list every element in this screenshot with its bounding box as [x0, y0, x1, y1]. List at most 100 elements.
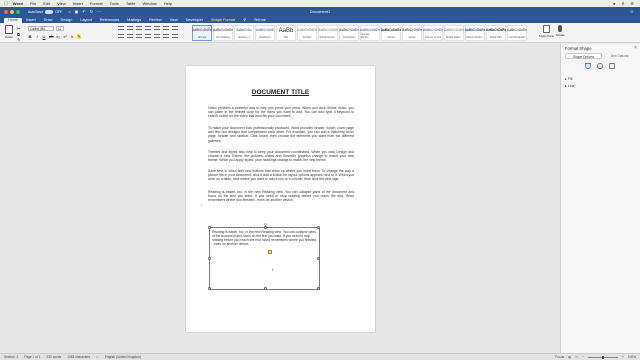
line-spacing-icon[interactable]	[154, 34, 160, 38]
resize-handle[interactable]	[208, 226, 211, 229]
menu-help[interactable]: Help	[164, 1, 172, 6]
style-subtle-reference[interactable]: AaBbCcDdEe Subtle Refer...	[444, 25, 464, 41]
show-marks-icon[interactable]	[172, 26, 178, 30]
layout-options-icon[interactable]	[268, 250, 272, 254]
styles-pane-button[interactable]: Styles Pane	[539, 25, 554, 38]
anchor-icon: ↓	[200, 202, 202, 207]
character-count[interactable]: 1363 characters	[67, 355, 90, 359]
document-name: Document1	[309, 9, 331, 14]
italic-icon[interactable]: I	[35, 34, 39, 39]
dictate-button[interactable]: Dictate	[556, 25, 565, 37]
style-sample: AaBbCcDdEe	[380, 28, 402, 32]
style-sample: AaBbCcDdEe	[485, 28, 507, 32]
style-intense-reference[interactable]: AaBbCcDdEe Intense Refer...	[465, 25, 485, 41]
tab-text-options[interactable]: Text Options	[602, 53, 637, 59]
resize-handle[interactable]	[317, 257, 320, 260]
style-list-paragraph[interactable]: AaBbCcDdEe List Paragraph	[507, 25, 527, 41]
resize-handle[interactable]	[208, 287, 211, 290]
menu-tools[interactable]: Tools	[110, 1, 119, 6]
zoom-slider-thumb[interactable]	[601, 355, 604, 359]
zoom-out-icon[interactable]: −	[582, 355, 584, 359]
line-section[interactable]: ▸ Line	[565, 84, 575, 88]
style-intense-emphasis[interactable]: AaBbCcDdEe Intense Emph...	[360, 25, 380, 41]
strikethrough-icon[interactable]: ab	[49, 34, 53, 39]
font-size-box[interactable]: 11	[56, 26, 64, 31]
effects-icon[interactable]	[597, 63, 603, 69]
align-right-icon[interactable]	[136, 34, 142, 38]
close-icon[interactable]: ×	[634, 45, 637, 51]
style-emphasis[interactable]: AaBbCcDdEe Emphasis	[339, 25, 359, 41]
style-heading-2[interactable]: AaBbCcDdE Heading 2	[255, 25, 275, 41]
apple-icon[interactable]: 	[4, 1, 8, 7]
paste-button[interactable]: Paste	[4, 25, 14, 39]
search-icon[interactable]: ⚲	[621, 1, 624, 6]
print-layout-icon[interactable]: ▤	[568, 355, 571, 359]
style-strong[interactable]: AaBbCcDdEe Strong	[381, 25, 401, 41]
align-left-icon[interactable]	[118, 34, 124, 38]
increase-indent-icon[interactable]	[154, 26, 160, 30]
menu-view[interactable]: View	[57, 1, 66, 6]
highlight-icon[interactable]: ✎	[77, 34, 81, 39]
style-subtle-emphasis[interactable]: AaBbCcDdEe Subtle Emph...	[318, 25, 338, 41]
selected-text-box[interactable]: Reading is easier, too, in the new Readi…	[208, 222, 320, 290]
proofing-icon[interactable]: ✓	[96, 355, 99, 359]
style-book-title[interactable]: AaBbCcDdEe Book Title	[486, 25, 506, 41]
bold-icon[interactable]: B	[28, 34, 32, 39]
style-intense-quote[interactable]: AaBbCcDdEe Intense Quote	[423, 25, 443, 41]
word-count[interactable]: 230 words	[47, 355, 62, 359]
document-page[interactable]: DOCUMENT TITLE Video provides a powerful…	[186, 66, 375, 332]
wifi-icon[interactable]: ●	[613, 1, 615, 6]
borders-icon[interactable]	[172, 34, 178, 38]
section-indicator[interactable]: Section: 1	[4, 355, 18, 359]
home-ribbon: Paste ✂ ⧉ ✎ Calibri (Bo... 11 B I U ab x…	[0, 23, 640, 43]
subscript-icon[interactable]: x₂	[56, 34, 60, 39]
underline-icon[interactable]: U	[42, 34, 46, 39]
cut-icon[interactable]: ✂	[17, 26, 20, 31]
resize-handle[interactable]	[264, 287, 267, 290]
focus-button[interactable]: Focus	[555, 355, 564, 359]
multilevel-list-icon[interactable]	[136, 26, 142, 30]
web-layout-icon[interactable]: ▭	[575, 355, 578, 359]
style-name: Subtle Emph...	[319, 36, 337, 39]
numbering-icon[interactable]	[127, 26, 133, 30]
resize-handle[interactable]	[208, 257, 211, 260]
fill-section[interactable]: ▸ Fill	[565, 77, 572, 81]
tab-shape-options[interactable]: Shape Options	[565, 53, 602, 59]
size-properties-icon[interactable]	[609, 63, 615, 69]
menu-insert[interactable]: Insert	[73, 1, 83, 6]
control-center-icon[interactable]: ☰	[630, 1, 634, 6]
style-normal[interactable]: AaBbCcDdEe Normal	[192, 25, 212, 41]
superscript-icon[interactable]: x²	[63, 34, 67, 39]
style-subtitle[interactable]: AaBbCcDdEe Subtitle	[297, 25, 317, 41]
style-quote[interactable]: AaBbCcDdEe Quote	[402, 25, 422, 41]
resize-handle[interactable]	[264, 226, 267, 229]
bullets-icon[interactable]	[118, 26, 124, 30]
fill-line-icon[interactable]	[585, 63, 591, 69]
style-title[interactable]: AaBb Title	[276, 25, 296, 41]
style-no-spacing[interactable]: AaBbCcDdEe No Spacing	[213, 25, 233, 41]
shading-icon[interactable]	[163, 34, 169, 38]
menu-edit[interactable]: Edit	[43, 1, 50, 6]
zoom-in-icon[interactable]: +	[622, 355, 624, 359]
style-sample: AaBbCcDdEe	[402, 28, 422, 32]
decrease-indent-icon[interactable]	[145, 26, 151, 30]
format-painter-icon[interactable]: ✎	[17, 37, 20, 42]
font-color-icon[interactable]: A	[70, 34, 74, 39]
menu-file[interactable]: File	[30, 1, 36, 6]
menu-format[interactable]: Format	[90, 1, 103, 6]
page-indicator[interactable]: Page 1 of 1	[24, 355, 40, 359]
resize-handle[interactable]	[317, 226, 320, 229]
justify-icon[interactable]	[145, 34, 151, 38]
style-heading-1[interactable]: AaBbCcDc Heading 1	[234, 25, 254, 41]
font-name-box[interactable]: Calibri (Bo...	[28, 26, 54, 31]
menu-window[interactable]: Window	[142, 1, 156, 6]
zoom-slider[interactable]	[587, 355, 618, 359]
align-center-icon[interactable]	[127, 34, 133, 38]
language-indicator[interactable]: English (United Kingdom)	[105, 355, 141, 359]
menu-app[interactable]: Word	[13, 1, 23, 6]
resize-handle[interactable]	[317, 287, 320, 290]
document-canvas[interactable]: DOCUMENT TITLE Video provides a powerful…	[0, 44, 560, 353]
sort-icon[interactable]	[163, 26, 169, 30]
menu-table[interactable]: Table	[126, 1, 136, 6]
zoom-level[interactable]: 100%	[628, 355, 636, 359]
